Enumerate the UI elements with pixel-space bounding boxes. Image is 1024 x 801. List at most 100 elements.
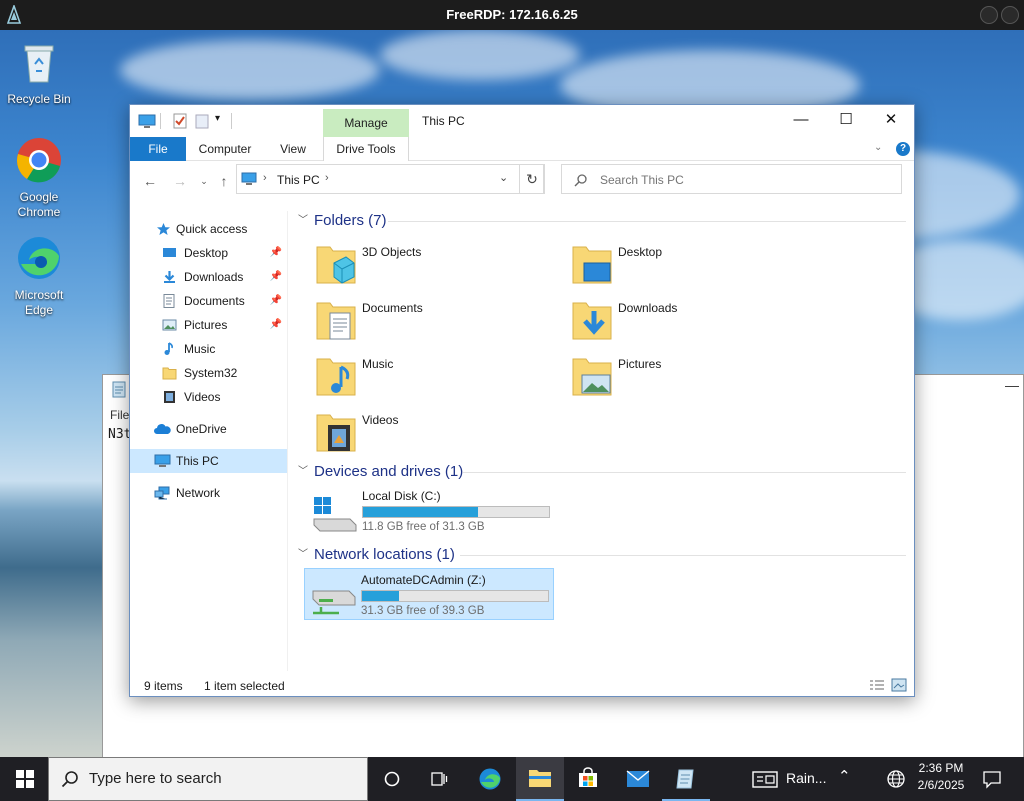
- rdp-close-button[interactable]: [1001, 6, 1019, 24]
- clock-time: 2:36 PM: [918, 761, 964, 775]
- navigation-pane: Quick access Desktop 📌 Downloads 📌 Docum…: [130, 211, 288, 671]
- taskbar-edge[interactable]: [466, 757, 514, 801]
- rdp-minimize-button[interactable]: [980, 6, 998, 24]
- desktop-icon-label: Microsoft Edge: [14, 288, 64, 317]
- back-button[interactable]: ←: [140, 171, 160, 191]
- taskbar-notepad[interactable]: [662, 757, 710, 801]
- search-box[interactable]: [561, 164, 902, 194]
- tab-view[interactable]: View: [270, 137, 316, 161]
- sidebar-item-label: Music: [184, 342, 216, 356]
- tab-computer[interactable]: Computer: [192, 137, 258, 161]
- explorer-title-bar: ▾ Manage This PC — ☐ ✕: [130, 105, 914, 137]
- sidebar-item-documents[interactable]: Documents 📌: [130, 289, 287, 313]
- recycle-bin-icon: [24, 45, 54, 83]
- sidebar-item-desktop[interactable]: Desktop 📌: [130, 241, 287, 265]
- notepad-icon: [112, 381, 126, 398]
- folder-icon: [162, 367, 177, 380]
- sidebar-item-quick-access[interactable]: Quick access: [130, 217, 287, 241]
- tab-file[interactable]: File: [130, 137, 186, 161]
- drive-local-disk-c[interactable]: Local Disk (C:) 11.8 GB free of 31.3 GB: [306, 485, 556, 537]
- folder-name: 3D Objects: [362, 245, 422, 259]
- folder-downloads[interactable]: Downloads: [570, 297, 820, 347]
- large-icons-view-icon[interactable]: [891, 678, 907, 692]
- address-bar[interactable]: › This PC › ⌄: [236, 164, 544, 194]
- minimize-button[interactable]: —: [778, 105, 824, 135]
- start-button[interactable]: [0, 757, 48, 801]
- explorer-window[interactable]: ▾ Manage This PC — ☐ ✕ File Computer Vie…: [129, 104, 915, 697]
- music-icon: [164, 342, 173, 355]
- taskbar-file-explorer[interactable]: [516, 757, 564, 801]
- group-header-devices[interactable]: ﹀ Devices and drives (1): [298, 462, 463, 482]
- desktop-icon: [163, 248, 176, 257]
- computer-icon: [241, 172, 257, 185]
- refresh-button[interactable]: ↻: [519, 164, 545, 194]
- notepad-text[interactable]: N3t: [108, 427, 131, 442]
- folder-3d-objects[interactable]: 3D Objects: [314, 241, 564, 291]
- sidebar-item-pictures[interactable]: Pictures 📌: [130, 313, 287, 337]
- taskbar-mail[interactable]: [614, 757, 662, 801]
- expand-ribbon-icon[interactable]: ⌄: [874, 142, 882, 153]
- search-input[interactable]: [600, 171, 890, 189]
- cortana-button[interactable]: [368, 757, 416, 801]
- notepad-menu-file[interactable]: File: [110, 408, 129, 422]
- pin-icon: 📌: [269, 247, 282, 258]
- taskbar-clock[interactable]: 2:36 PM 2/6/2025: [908, 760, 974, 794]
- task-view-button[interactable]: [416, 757, 464, 801]
- new-folder-icon[interactable]: [194, 112, 210, 130]
- recent-locations-icon[interactable]: ⌄: [194, 171, 214, 191]
- sidebar-item-videos[interactable]: Videos: [130, 385, 287, 409]
- properties-icon[interactable]: [172, 112, 188, 130]
- drive-usage-bar: [362, 506, 550, 518]
- sidebar-item-this-pc[interactable]: This PC: [130, 449, 287, 473]
- notepad-minimize-button[interactable]: —: [1005, 377, 1019, 393]
- group-header-folders[interactable]: ﹀ Folders (7): [298, 211, 387, 231]
- group-header-label: Devices and drives (1): [314, 463, 464, 480]
- desktop-icon-edge[interactable]: Microsoft Edge: [1, 234, 77, 318]
- desktop-icon-chrome[interactable]: Google Chrome: [1, 136, 77, 220]
- computer-icon: [138, 114, 156, 128]
- windows-logo-icon: [16, 770, 34, 788]
- tab-drive-tools[interactable]: Drive Tools: [323, 137, 409, 161]
- taskbar-search-box[interactable]: Type here to search: [48, 757, 368, 801]
- folder-desktop[interactable]: Desktop: [570, 241, 820, 291]
- folder-name: Videos: [362, 413, 399, 427]
- folder-name: Desktop: [618, 245, 663, 259]
- help-icon[interactable]: ?: [896, 142, 910, 156]
- taskbar-store[interactable]: [564, 757, 612, 801]
- address-dropdown-icon[interactable]: ⌄: [499, 171, 508, 184]
- drive-free-space: 31.3 GB free of 39.3 GB: [361, 605, 485, 617]
- sidebar-item-network[interactable]: Network: [130, 481, 287, 505]
- rdp-title-bar: FreeRDP: 172.16.6.25: [0, 0, 1024, 30]
- sidebar-item-label: Desktop: [184, 246, 229, 260]
- weather-label: Rain...: [786, 770, 827, 786]
- sidebar-item-downloads[interactable]: Downloads 📌: [130, 265, 287, 289]
- ribbon: File Computer View Drive Tools ⌄ ?: [130, 137, 914, 161]
- details-view-icon[interactable]: [869, 679, 885, 693]
- notification-icon[interactable]: [982, 769, 1002, 789]
- cortana-circle-icon: [384, 771, 400, 787]
- sidebar-item-onedrive[interactable]: OneDrive: [130, 417, 287, 441]
- folder-pictures[interactable]: Pictures: [570, 353, 820, 403]
- maximize-button[interactable]: ☐: [823, 105, 869, 135]
- folder-name: Documents: [362, 301, 423, 315]
- edge-icon: [18, 237, 60, 279]
- folder-name: Music: [362, 357, 394, 371]
- desktop-icon-recycle-bin[interactable]: Recycle Bin: [1, 38, 77, 107]
- drive-network-z[interactable]: AutomateDCAdmin (Z:) 31.3 GB free of 39.…: [304, 568, 554, 620]
- group-header-network[interactable]: ﹀ Network locations (1): [298, 545, 455, 565]
- tab-manage[interactable]: Manage: [323, 109, 409, 137]
- forward-button[interactable]: →: [170, 171, 190, 191]
- close-button[interactable]: ✕: [868, 105, 914, 135]
- folder-music[interactable]: Music: [314, 353, 564, 403]
- music-folder-icon: [316, 358, 356, 396]
- breadcrumb-this-pc[interactable]: This PC: [277, 173, 320, 187]
- customize-toolbar-icon[interactable]: ▾: [215, 113, 220, 131]
- folder-documents[interactable]: Documents: [314, 297, 564, 347]
- up-button[interactable]: ↑: [214, 171, 234, 191]
- folder-videos[interactable]: Videos: [314, 409, 564, 459]
- sidebar-item-system32[interactable]: System32: [130, 361, 287, 385]
- sidebar-item-music[interactable]: Music: [130, 337, 287, 361]
- desktop-folder-icon: [572, 246, 612, 284]
- show-hidden-icons-chevron-icon[interactable]: ⌃: [838, 767, 851, 785]
- globe-network-icon[interactable]: [886, 769, 906, 789]
